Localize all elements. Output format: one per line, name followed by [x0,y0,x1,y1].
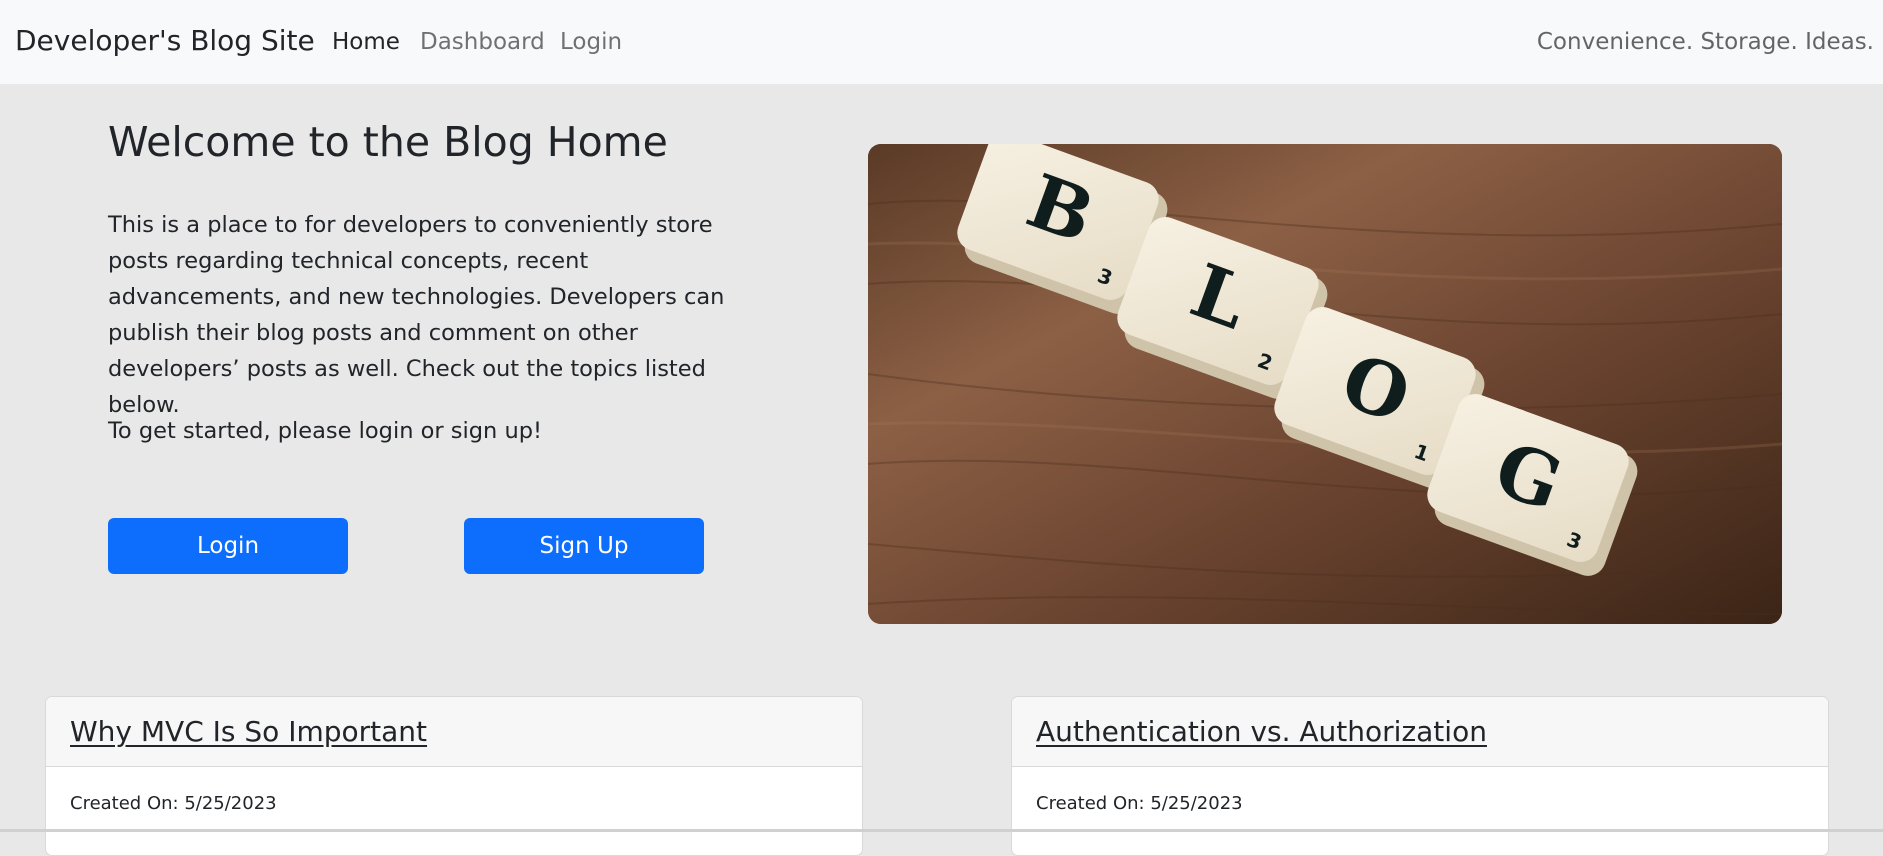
post-created-date: Created On: 5/25/2023 [1036,793,1243,814]
hero-description: This is a place to for developers to con… [108,212,725,418]
post-card: Authentication vs. Authorization Created… [1011,696,1829,856]
nav-link-dashboard[interactable]: Dashboard [420,29,545,55]
post-title-link[interactable]: Authentication vs. Authorization [1036,715,1487,748]
hero-cta-text: To get started, please login or sign up! [108,418,543,444]
hero-blog-tiles-image: B 3 L 2 O 1 G 3 [868,144,1782,624]
blog-tiles-illustration: B 3 L 2 O 1 G 3 [868,144,1782,624]
navbar: Developer's Blog Site Home Dashboard Log… [0,0,1883,84]
navbar-tagline: Convenience. Storage. Ideas. [1536,29,1874,55]
post-card-header: Why MVC Is So Important [46,697,862,767]
login-button[interactable]: Login [108,518,348,574]
signup-button[interactable]: Sign Up [464,518,704,574]
post-created-date: Created On: 5/25/2023 [70,793,277,814]
post-card-header: Authentication vs. Authorization [1012,697,1828,767]
post-title-link[interactable]: Why MVC Is So Important [70,715,427,748]
nav-link-login[interactable]: Login [560,29,622,55]
brand-logo-text[interactable]: Developer's Blog Site [15,24,315,57]
nav-link-home[interactable]: Home [332,29,400,55]
hero-title: Welcome to the Blog Home [108,118,668,166]
post-card: Why MVC Is So Important Created On: 5/25… [45,696,863,856]
